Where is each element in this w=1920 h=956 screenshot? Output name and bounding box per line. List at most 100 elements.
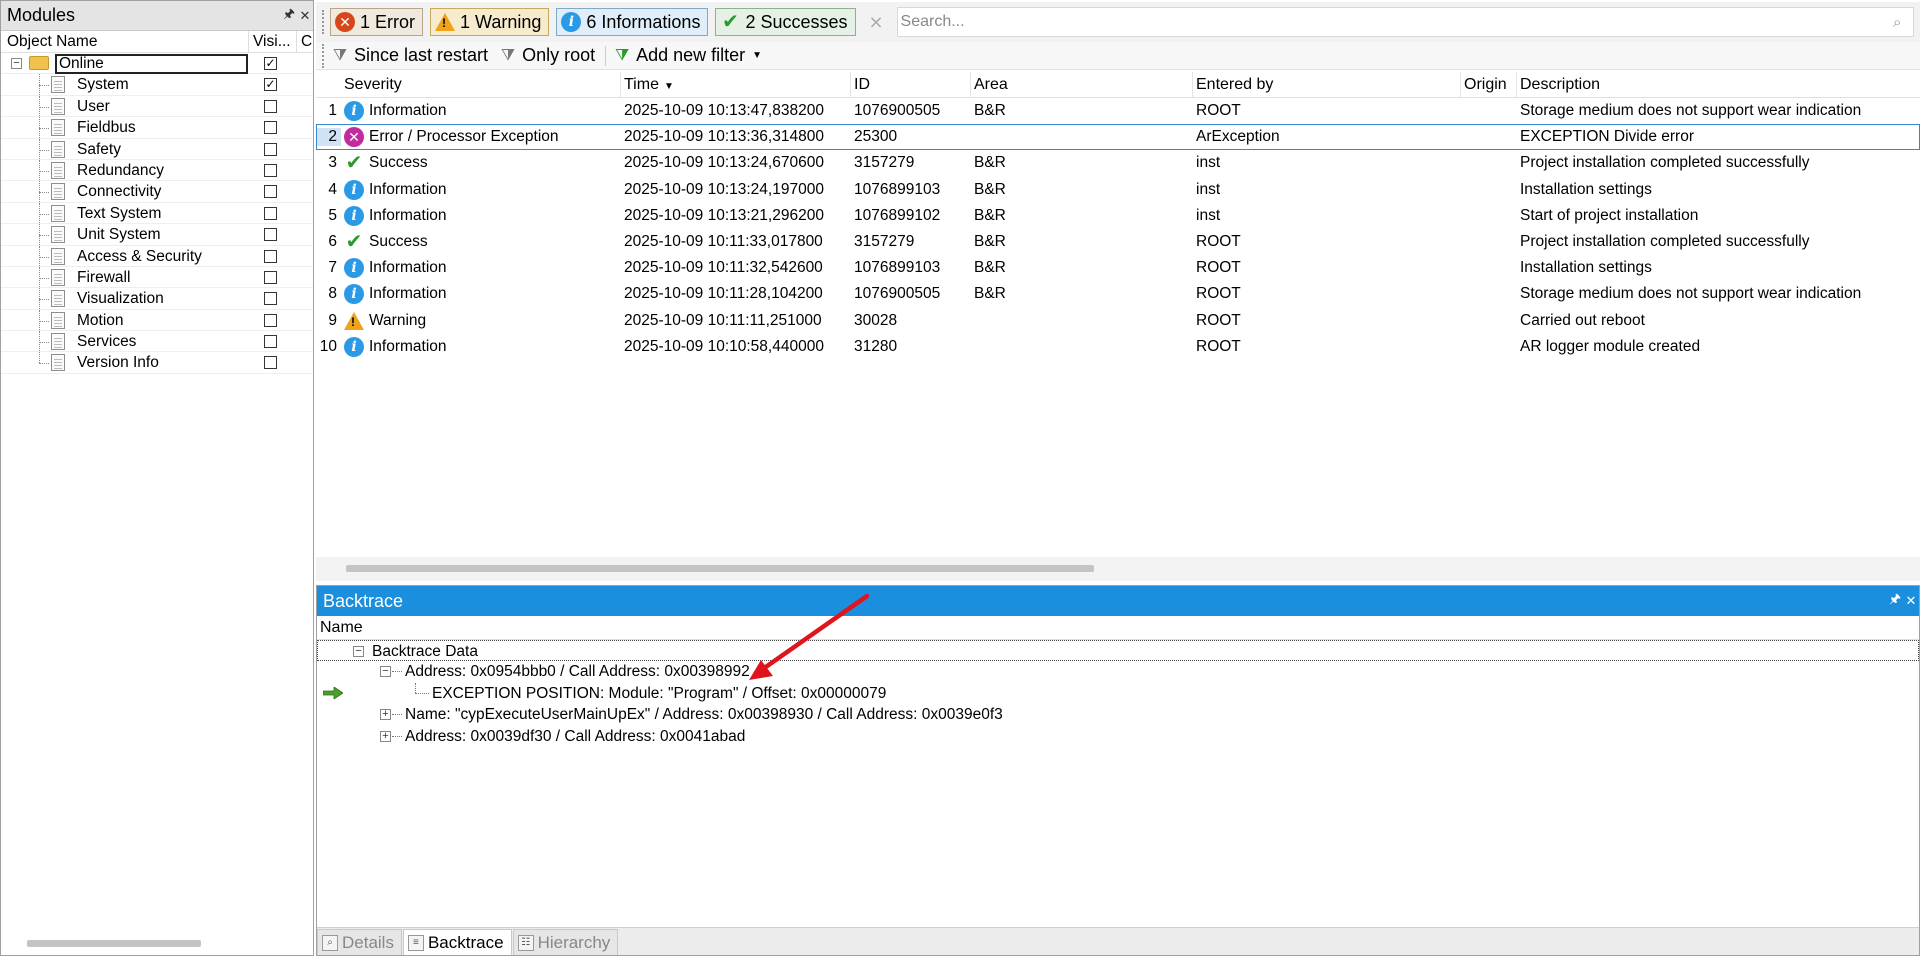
- pin-icon[interactable]: 🖈︎: [281, 5, 297, 27]
- tab-hierarchy[interactable]: ☷ Hierarchy: [512, 929, 619, 955]
- dropdown-arrow-icon[interactable]: ▼: [752, 50, 762, 61]
- tree-label-module[interactable]: Visualization: [77, 290, 164, 308]
- area-cell: B&R: [974, 102, 1006, 120]
- tree-row-module[interactable]: Fieldbus: [1, 117, 313, 139]
- close-icon[interactable]: ✕: [297, 8, 313, 24]
- visible-checkbox[interactable]: [264, 313, 277, 327]
- severity-label: Information: [369, 206, 447, 224]
- tree-label-module[interactable]: Services: [77, 333, 136, 351]
- tab-backtrace[interactable]: ≡ Backtrace: [402, 929, 512, 955]
- error-filter-button[interactable]: ✕ 1 Error: [330, 8, 424, 36]
- column-visible[interactable]: Visi...: [249, 31, 297, 52]
- column-object-name[interactable]: Object Name: [1, 31, 249, 52]
- tree-label-module[interactable]: Version Info: [77, 354, 159, 372]
- toolbar-grip[interactable]: [322, 10, 326, 34]
- horizontal-scrollbar[interactable]: [27, 940, 201, 947]
- log-row[interactable]: 6 ✔ Success 2025-10-09 10:11:33,017800 31572…: [316, 229, 1920, 255]
- log-horizontal-scrollbar[interactable]: [346, 565, 1094, 572]
- tree-label-module[interactable]: System: [77, 76, 129, 94]
- collapse-icon[interactable]: −: [380, 666, 391, 678]
- log-row[interactable]: 1 i Information 2025-10-09 10:13:47,838200 1…: [316, 98, 1920, 124]
- expand-icon[interactable]: +: [380, 709, 391, 721]
- backtrace-node[interactable]: + Address: 0x0039df30 / Call Address: 0x…: [317, 726, 1919, 747]
- tree-row-module[interactable]: Motion: [1, 309, 313, 332]
- tree-label-module[interactable]: Fieldbus: [77, 119, 136, 137]
- search-input[interactable]: [897, 13, 1893, 31]
- log-row[interactable]: 10 i Information 2025-10-09 10:10:58,440000…: [316, 334, 1920, 360]
- log-row[interactable]: 8 i Information 2025-10-09 10:11:28,104200 1…: [316, 281, 1920, 307]
- visible-checkbox[interactable]: [264, 228, 277, 242]
- backtrace-node[interactable]: EXCEPTION POSITION: Module: "Program" / …: [317, 682, 1919, 704]
- tree-label-module[interactable]: Unit System: [77, 226, 161, 244]
- tree-row-module[interactable]: Connectivity: [1, 181, 313, 203]
- column-entered-by[interactable]: Entered by: [1193, 72, 1461, 98]
- visible-checkbox[interactable]: [264, 163, 277, 177]
- visible-checkbox[interactable]: [264, 185, 277, 199]
- since-last-restart-button[interactable]: ⧩ Since last restart: [330, 45, 488, 66]
- visible-checkbox-online[interactable]: ✓: [264, 57, 277, 70]
- backtrace-column-name[interactable]: Name: [317, 616, 1919, 640]
- tree-row-module[interactable]: Text System: [1, 202, 313, 225]
- visible-checkbox[interactable]: [264, 356, 277, 370]
- pin-icon[interactable]: 🖈︎: [1887, 590, 1903, 612]
- warning-filter-button[interactable]: ! 1 Warning: [430, 8, 550, 36]
- visible-checkbox[interactable]: [264, 99, 277, 113]
- expand-icon[interactable]: +: [380, 730, 391, 742]
- log-row[interactable]: 5 i Information 2025-10-09 10:13:21,296200 1…: [316, 203, 1920, 229]
- log-row[interactable]: 9! Warning 2025-10-09 10:11:11,251000 30028…: [316, 308, 1920, 334]
- visible-checkbox[interactable]: [264, 249, 277, 263]
- backtrace-node[interactable]: + Name: "cypExecuteUserMainUpEx" / Addre…: [317, 704, 1919, 725]
- tree-row-module[interactable]: Services: [1, 331, 313, 353]
- tree-label-module[interactable]: Connectivity: [77, 183, 161, 201]
- tree-label-online[interactable]: Online: [55, 54, 248, 74]
- log-row[interactable]: 4 i Information 2025-10-09 10:13:24,197000 1…: [316, 177, 1920, 203]
- add-new-filter-button[interactable]: ⧩ Add new filter ▼: [612, 45, 762, 66]
- success-filter-button[interactable]: ✔ 2 Successes: [715, 8, 856, 36]
- tree-label-module[interactable]: Text System: [77, 205, 161, 223]
- column-origin[interactable]: Origin: [1461, 72, 1517, 98]
- visible-checkbox[interactable]: [264, 206, 277, 220]
- log-row[interactable]: 3 ✔ Success 2025-10-09 10:13:24,670600 31572…: [316, 150, 1920, 176]
- collapse-icon[interactable]: −: [353, 646, 364, 657]
- visible-checkbox[interactable]: [264, 121, 277, 135]
- backtrace-node[interactable]: − Address: 0x0954bbb0 / Call Address: 0x…: [317, 661, 1919, 682]
- tree-label-module[interactable]: Access & Security: [77, 248, 202, 266]
- column-time[interactable]: Time ▼: [621, 72, 851, 98]
- tree-row-module[interactable]: Unit System: [1, 224, 313, 246]
- visible-checkbox[interactable]: [264, 142, 277, 156]
- tree-row-module[interactable]: System ✓: [1, 74, 313, 96]
- visible-checkbox[interactable]: [264, 335, 277, 349]
- tree-row-module[interactable]: Access & Security: [1, 245, 313, 267]
- column-description[interactable]: Description: [1517, 72, 1920, 98]
- column-id[interactable]: ID: [851, 72, 971, 98]
- clear-filter-icon[interactable]: ⨯: [869, 12, 891, 33]
- tree-row-module[interactable]: Safety: [1, 138, 313, 160]
- visible-checkbox[interactable]: ✓: [264, 78, 277, 92]
- tree-row-module[interactable]: User: [1, 95, 313, 118]
- tree-label-module[interactable]: Safety: [77, 141, 121, 159]
- column-c[interactable]: C: [297, 33, 312, 51]
- tree-row-online[interactable]: − Online ✓: [1, 53, 313, 75]
- tree-row-module[interactable]: Redundancy: [1, 159, 313, 182]
- visible-checkbox[interactable]: [264, 292, 277, 306]
- tree-row-module[interactable]: Visualization: [1, 288, 313, 310]
- log-row[interactable]: 7 i Information 2025-10-09 10:11:32,542600 1…: [316, 255, 1920, 281]
- tree-label-module[interactable]: Redundancy: [77, 162, 164, 180]
- log-row[interactable]: 2 ✕ Error / Processor Exception 2025-10-09 …: [316, 124, 1920, 151]
- backtrace-root-row[interactable]: − Backtrace Data: [317, 640, 1919, 662]
- tree-label-module[interactable]: User: [77, 98, 110, 116]
- close-icon[interactable]: ✕: [1903, 593, 1919, 609]
- toolbar-grip[interactable]: [322, 43, 326, 68]
- collapse-icon[interactable]: −: [11, 58, 22, 69]
- column-severity[interactable]: Severity: [341, 72, 621, 98]
- info-filter-button[interactable]: i 6 Informations: [556, 8, 709, 36]
- tab-details[interactable]: ⌕ Details: [317, 929, 402, 955]
- tree-label-module[interactable]: Firewall: [77, 269, 130, 287]
- tree-row-module[interactable]: Version Info: [1, 352, 313, 374]
- tree-row-module[interactable]: Firewall: [1, 266, 313, 289]
- tree-label-module[interactable]: Motion: [77, 312, 124, 330]
- only-root-button[interactable]: ⧩ Only root: [498, 45, 595, 66]
- visible-checkbox[interactable]: [264, 270, 277, 284]
- search-icon[interactable]: ⌕: [1893, 14, 1913, 31]
- column-area[interactable]: Area: [971, 72, 1193, 98]
